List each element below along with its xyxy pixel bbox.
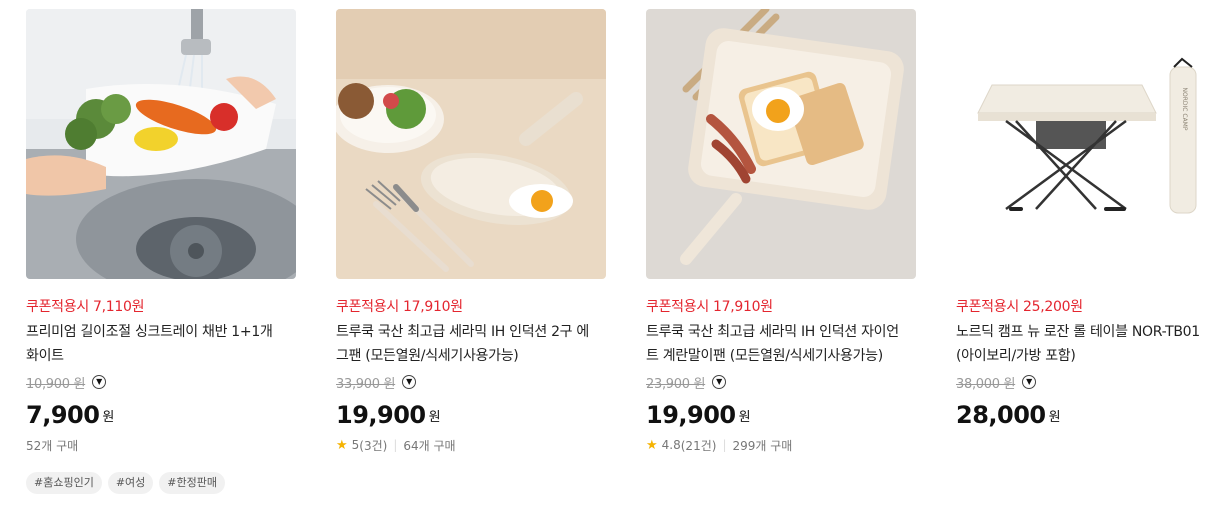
original-price: 10,900 원 xyxy=(26,376,86,392)
bag-logo-text: NORDIC CAMP xyxy=(1181,88,1188,131)
product-title-line[interactable]: 트루쿡 국산 최고급 세라믹 IH 인덕션 자이언 xyxy=(646,320,916,344)
sale-price: 19,900 xyxy=(336,401,426,429)
product-image[interactable] xyxy=(646,9,916,279)
sale-price: 7,900 xyxy=(26,401,100,429)
product-image[interactable] xyxy=(336,9,606,279)
currency-label: 원 xyxy=(738,410,751,425)
sale-price: 28,000 xyxy=(956,401,1046,429)
chevron-down-circle-icon[interactable]: ▼ xyxy=(712,375,727,389)
tag-chip[interactable]: #홈쇼핑인기 xyxy=(26,472,102,494)
coupon-price: 쿠폰적용시 7,110원 xyxy=(26,299,145,315)
chevron-down-circle-icon[interactable]: ▼ xyxy=(402,375,417,389)
product-card[interactable]: 쿠폰적용시 17,910원 트루쿡 국산 최고급 세라믹 IH 인덕션 자이언 … xyxy=(646,9,916,453)
product-title[interactable]: 트루쿡 국산 최고급 세라믹 IH 인덕션 자이언 트 계란말이팬 (모든열원/… xyxy=(646,320,916,368)
sale-price: 19,900 xyxy=(646,401,736,429)
divider: | xyxy=(722,438,727,452)
original-price: 23,900 원 xyxy=(646,376,706,392)
star-icon: ★ xyxy=(646,437,658,453)
product-card[interactable]: NORDIC CAMP 쿠폰적용시 25,200원 노르딕 캠프 뉴 로잔 롤 … xyxy=(956,9,1226,428)
original-price: 38,000 원 xyxy=(956,376,1016,392)
review-count[interactable]: (3건) xyxy=(359,437,387,454)
currency-label: 원 xyxy=(102,410,115,425)
product-title-line[interactable]: 트루쿡 국산 최고급 세라믹 IH 인덕션 2구 에 xyxy=(336,320,606,344)
coupon-price: 쿠폰적용시 25,200원 xyxy=(956,299,1083,315)
currency-label: 원 xyxy=(428,410,441,425)
star-icon: ★ xyxy=(336,437,348,453)
purchase-count: 52개 구매 xyxy=(26,438,79,453)
chevron-down-circle-icon[interactable]: ▼ xyxy=(1022,375,1037,389)
product-title-line[interactable]: 트 계란말이팬 (모든열원/식세기사용가능) xyxy=(646,344,916,368)
product-card[interactable]: 쿠폰적용시 17,910원 트루쿡 국산 최고급 세라믹 IH 인덕션 2구 에… xyxy=(336,9,606,453)
rating-value: 4.8 xyxy=(661,438,681,452)
product-title-line[interactable]: (아이보리/가방 포함) xyxy=(956,344,1226,368)
review-count[interactable]: (21건) xyxy=(681,437,717,454)
product-title[interactable]: 트루쿡 국산 최고급 세라믹 IH 인덕션 2구 에 그팬 (모든열원/식세기사… xyxy=(336,320,606,368)
rating-value: 5 xyxy=(351,438,360,452)
product-card[interactable]: 쿠폰적용시 7,110원 프리미엄 길이조절 싱크트레이 채반 1+1개 화이트… xyxy=(26,9,296,494)
tag-chip[interactable]: #한정판매 xyxy=(159,472,225,494)
product-title-line[interactable]: 그팬 (모든열원/식세기사용가능) xyxy=(336,344,606,368)
product-title[interactable]: 노르딕 캠프 뉴 로잔 롤 테이블 NOR-TB01 (아이보리/가방 포함) xyxy=(956,320,1226,368)
product-image[interactable]: NORDIC CAMP xyxy=(956,9,1226,279)
divider: | xyxy=(393,438,398,452)
product-image[interactable] xyxy=(26,9,296,279)
currency-label: 원 xyxy=(1048,410,1061,425)
purchase-count: 299개 구매 xyxy=(732,438,793,453)
product-title-line[interactable]: 화이트 xyxy=(26,344,296,368)
product-title-line[interactable]: 프리미엄 길이조절 싱크트레이 채반 1+1개 xyxy=(26,320,296,344)
product-title-line[interactable]: 노르딕 캠프 뉴 로잔 롤 테이블 NOR-TB01 xyxy=(956,320,1226,344)
purchase-count: 64개 구매 xyxy=(403,438,456,453)
chevron-down-circle-icon[interactable]: ▼ xyxy=(92,375,107,389)
tag-chip[interactable]: #여성 xyxy=(107,472,154,494)
original-price: 33,900 원 xyxy=(336,376,396,392)
product-title[interactable]: 프리미엄 길이조절 싱크트레이 채반 1+1개 화이트 xyxy=(26,320,296,368)
coupon-price: 쿠폰적용시 17,910원 xyxy=(646,299,773,315)
tag-list: #홈쇼핑인기 #여성 #한정판매 xyxy=(26,472,296,494)
coupon-price: 쿠폰적용시 17,910원 xyxy=(336,299,463,315)
